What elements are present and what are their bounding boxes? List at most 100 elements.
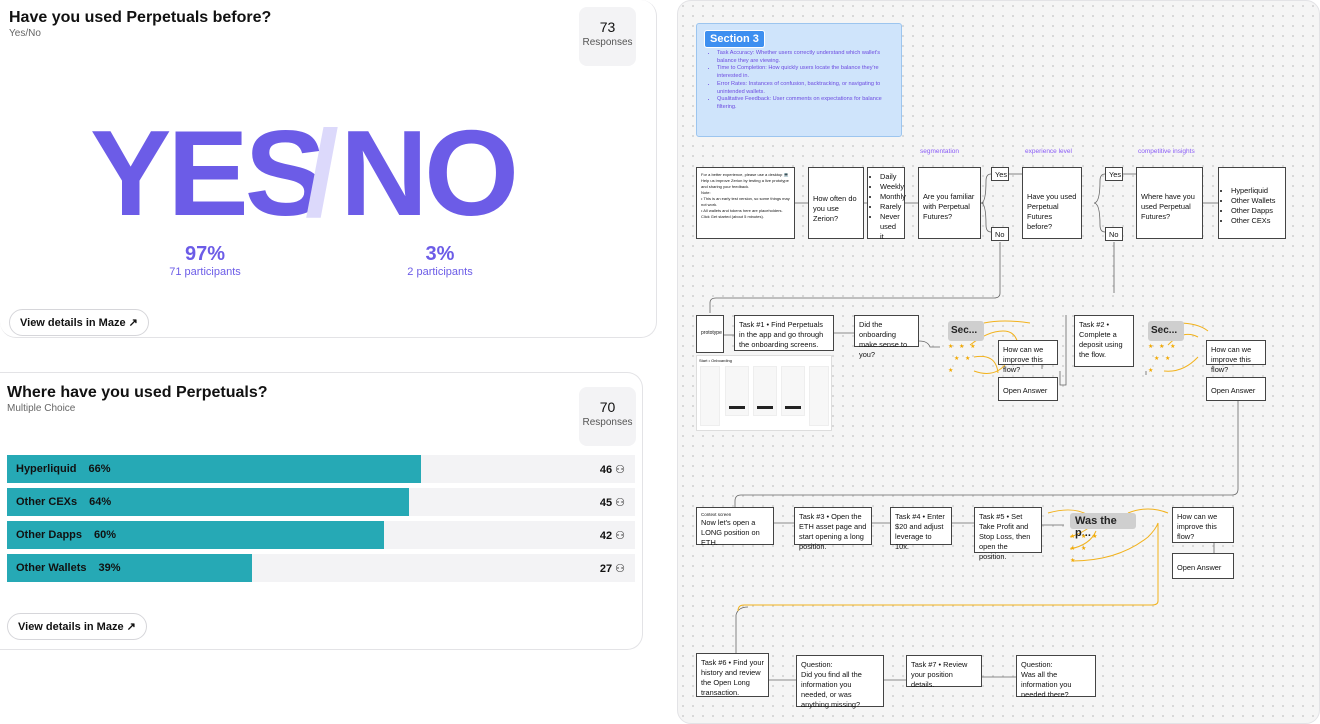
context-text: Now let's open a LONG position on ETH. [701, 518, 760, 548]
section-metrics-list: Task Accuracy: Whether users correctly u… [711, 50, 899, 112]
bar-count: 46 ⚇ [600, 463, 625, 476]
context-screen-node[interactable]: Context screen Now let's open a LONG pos… [696, 507, 774, 548]
improve-question[interactable]: How can we improve this flow? [1206, 340, 1266, 374]
open-answer-node[interactable]: Open Answer [1206, 377, 1266, 401]
rating-card[interactable]: Was the p... [1070, 513, 1136, 539]
no-text: NO [340, 105, 519, 241]
star-icon: ★ [1148, 368, 1156, 374]
card-title: Have you used Perpetuals before? [9, 9, 272, 26]
view-details-button[interactable]: View details in Maze ↗ [9, 309, 149, 336]
question-found-info[interactable]: Question: Did you find all the informati… [796, 655, 884, 709]
bar-label: Hyperliquid 66% [16, 463, 111, 475]
option-percentage: 60% [94, 529, 117, 541]
no-node[interactable]: No [991, 227, 1009, 241]
option-percentage: 66% [88, 463, 111, 475]
no-node[interactable]: No [1105, 227, 1123, 241]
people-icon: ⚇ [612, 464, 625, 476]
where-options[interactable]: HyperliquidOther WalletsOther DappsOther… [1218, 167, 1286, 239]
yes-text: YES [90, 105, 326, 241]
task-2-node[interactable]: Task #2 • Complete a deposit using the f… [1074, 315, 1134, 367]
slash-text: / [305, 105, 339, 241]
star-icon: ★ [1070, 558, 1078, 564]
platform-option: Other Wallets [1231, 196, 1281, 206]
platform-option: Other Dapps [1231, 206, 1281, 216]
respondent-count: 42 [599, 530, 613, 542]
rating-card[interactable]: Sec... [1148, 321, 1184, 341]
option-percentage: 64% [89, 496, 112, 508]
improve-question[interactable]: How can we improve this flow? [1172, 507, 1234, 543]
question-all-info[interactable]: Question: Was all the information you ne… [1016, 655, 1096, 699]
task-5-node[interactable]: Task #5 • Set Take Profit and Stop Loss,… [974, 507, 1042, 561]
bar-count: 45 ⚇ [600, 496, 625, 509]
question-onboarding[interactable]: Did the onboarding make sense to you? [854, 315, 919, 359]
option-percentage: 39% [98, 562, 121, 574]
yes-result: 97% 71 participants [140, 243, 270, 278]
star-icon: ★ [948, 368, 956, 374]
star-icon: ★ ★ ★ [1148, 344, 1178, 350]
no-percentage: 3% [425, 243, 455, 265]
card-subtitle: Yes/No [9, 28, 41, 39]
option-name: Other CEXs [16, 496, 78, 508]
prototype-node[interactable]: prototype [696, 315, 724, 353]
task-7-node[interactable]: Task #7 • Review your position details. [906, 655, 982, 689]
responses-label: Responses [582, 417, 633, 428]
frequency-option: Weekly [880, 182, 904, 192]
screens-title: Start • Onboarding [699, 358, 732, 363]
respondent-count: 46 [599, 464, 613, 476]
bar-count: 27 ⚇ [600, 562, 625, 575]
responses-count: 70 [599, 399, 616, 415]
question-how-often[interactable]: How often do you use Zerion? [808, 167, 864, 239]
question-where-used[interactable]: Where have you used Perpetual Futures? [1136, 167, 1203, 239]
where-list: HyperliquidOther WalletsOther DappsOther… [1231, 186, 1281, 226]
star-icon: ★ ★ [954, 356, 973, 362]
frequency-option: Daily [880, 172, 900, 182]
where-used-card: Where have you used Perpetuals? Multiple… [0, 372, 643, 650]
frequency-list: DailyWeeklyMonthlyRarelyNever used it [880, 172, 906, 242]
bar-row: Other Wallets 39% 27 ⚇ [7, 554, 635, 582]
metric-item: Qualitative Feedback: User comments on e… [717, 96, 899, 111]
option-name: Hyperliquid [16, 463, 77, 475]
competitive-label: competitive insights [1138, 148, 1195, 155]
question-familiar[interactable]: Are you familiar with Perpetual Futures? [918, 167, 981, 239]
task-6-node[interactable]: Task #6 • Find your history and review t… [696, 653, 769, 697]
yes-node[interactable]: Yes [991, 167, 1009, 181]
responses-badge: 73 Responses [579, 7, 636, 66]
frequency-option: Rarely [880, 202, 901, 212]
flow-canvas[interactable]: Section 3 Task Accuracy: Whether users c… [677, 0, 1320, 724]
people-icon: ⚇ [612, 563, 625, 575]
platform-option: Hyperliquid [1231, 186, 1281, 196]
bar-label: Other Dapps 60% [16, 529, 116, 541]
card-title: Where have you used Perpetuals? [7, 384, 268, 401]
open-answer-node[interactable]: Open Answer [998, 377, 1058, 401]
view-details-button[interactable]: View details in Maze ↗ [7, 613, 147, 640]
frequency-option: Never used it [880, 212, 900, 242]
open-answer-node[interactable]: Open Answer [1172, 553, 1234, 579]
metric-item: Task Accuracy: Whether users correctly u… [717, 50, 899, 65]
section-note: Section 3 Task Accuracy: Whether users c… [696, 23, 902, 137]
question-used-before[interactable]: Have you used Perpetual Futures before? [1022, 167, 1082, 239]
yes-node[interactable]: Yes [1105, 167, 1123, 181]
experience-label: experience level [1025, 148, 1072, 155]
bar-count: 42 ⚇ [600, 529, 625, 542]
bar-row: Other Dapps 60% 42 ⚇ [7, 521, 635, 549]
no-participants: 2 participants [407, 266, 473, 278]
platform-option: Other CEXs [1231, 216, 1281, 226]
respondent-count: 27 [599, 563, 613, 575]
task-1-node[interactable]: Task #1 • Find Perpetuals in the app and… [734, 315, 834, 351]
yes-participants: 71 participants [169, 266, 241, 278]
bar-label: Other CEXs 64% [16, 496, 111, 508]
rating-card[interactable]: Sec... [948, 321, 984, 341]
segmentation-label: segmentation [920, 148, 960, 155]
improve-question[interactable]: How can we improve this flow? [998, 340, 1058, 374]
intro-node[interactable]: For a better experience, please use a de… [696, 167, 795, 239]
card-subtitle: Multiple Choice [7, 403, 76, 414]
task-3-node[interactable]: Task #3 • Open the ETH asset page and st… [794, 507, 872, 551]
yes-percentage: 97% [184, 243, 226, 265]
onboarding-screens-preview: Start • Onboarding [696, 355, 832, 431]
frequency-options[interactable]: DailyWeeklyMonthlyRarelyNever used it [867, 167, 906, 242]
yes-no-card: Have you used Perpetuals before? Yes/No … [0, 0, 657, 338]
bar-label: Other Wallets 39% [16, 562, 121, 574]
bar-row: Other CEXs 64% 45 ⚇ [7, 488, 635, 516]
task-4-node[interactable]: Task #4 • Enter $20 and adjust leverage … [890, 507, 952, 551]
frequency-option: Monthly [880, 192, 906, 202]
